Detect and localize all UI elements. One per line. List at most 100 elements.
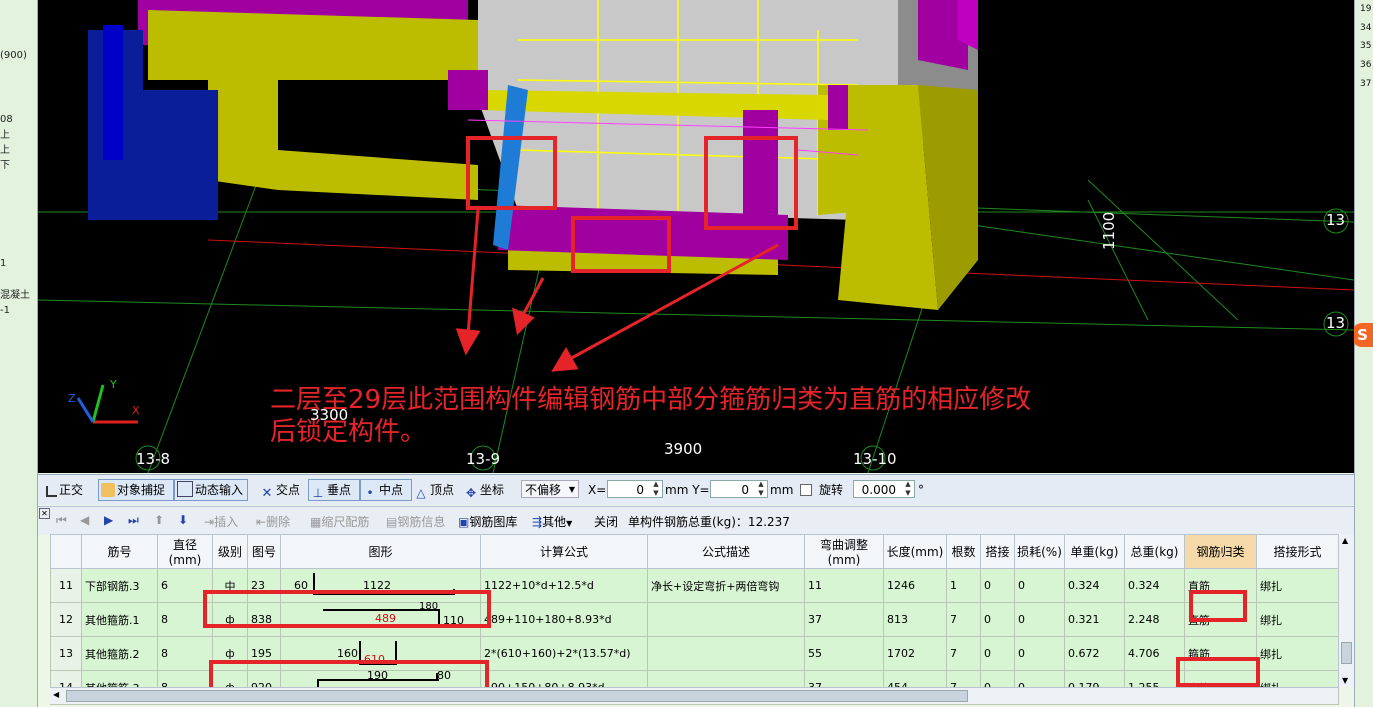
column-header[interactable]: 图形 xyxy=(280,534,481,569)
rebar-library-button[interactable]: ▣钢筋图库 xyxy=(458,513,517,530)
cell-total-weight[interactable]: 2.248 xyxy=(1124,602,1185,637)
cell-length[interactable]: 1246 xyxy=(883,568,947,603)
cell-lap[interactable]: 0 xyxy=(980,568,1015,603)
column-header[interactable]: 图号 xyxy=(247,534,281,569)
column-header[interactable]: 搭接 xyxy=(980,534,1015,569)
next-record-icon[interactable]: ▶ xyxy=(104,513,113,527)
coordinate-button[interactable]: ✥ 坐标 xyxy=(464,481,504,500)
cell-unit-weight[interactable]: 0.672 xyxy=(1064,636,1125,671)
midpoint-button[interactable]: • 中点 xyxy=(363,481,403,500)
delete-icon: ⇤ xyxy=(256,515,267,529)
offset-select[interactable]: 不偏移 ▼ xyxy=(521,480,579,498)
grid-label-13-9: 13-9 xyxy=(466,450,501,468)
column-header[interactable]: 弯曲调整(mm) xyxy=(804,534,884,569)
x-label: X= xyxy=(588,483,607,497)
column-header[interactable]: 根数 xyxy=(946,534,981,569)
cell-description[interactable] xyxy=(647,602,805,637)
cell-length[interactable]: 1702 xyxy=(883,636,947,671)
cell-total-weight[interactable]: 0.324 xyxy=(1124,568,1185,603)
rebar-toolbar: ✕ ⏮ ◀ ▶ ⏭ ⬆ ⬇ ⇥插入 ⇤删除 ▦缩尺配筋 ▤钢筋信息 ▣钢筋图库 … xyxy=(38,506,1354,535)
cell-loss[interactable]: 0 xyxy=(1014,636,1065,671)
scroll-left-icon[interactable]: ◀ xyxy=(53,690,59,699)
delete-button[interactable]: ⇤删除 xyxy=(256,513,290,530)
axis-indicator xyxy=(76,384,138,424)
close-panel-icon[interactable]: ✕ xyxy=(39,508,50,519)
rebar-info-button[interactable]: ▤钢筋信息 xyxy=(386,513,445,530)
column-header[interactable]: 直径(mm) xyxy=(157,534,213,569)
cell-bend[interactable]: 11 xyxy=(804,568,884,603)
column-header[interactable]: 总重(kg) xyxy=(1124,534,1185,569)
move-up-icon[interactable]: ⬆ xyxy=(154,513,164,527)
cell-description[interactable] xyxy=(647,636,805,671)
scale-rebar-button[interactable]: ▦缩尺配筋 xyxy=(310,513,369,530)
cell-bend[interactable]: 37 xyxy=(804,602,884,637)
column-header[interactable]: 单重(kg) xyxy=(1064,534,1125,569)
delete-label: 删除 xyxy=(266,515,291,529)
cell-lap[interactable]: 0 xyxy=(980,636,1015,671)
cell-formula[interactable]: 1122+10*d+12.5*d xyxy=(480,568,648,603)
3d-viewport[interactable]: X Y Z 二层至29层此范围构件编辑钢筋中部分箍筋归类为直筋的相应修改 后锁定… xyxy=(38,0,1354,473)
y-spinner-icon[interactable]: ▲ ▼ xyxy=(755,480,767,498)
x-spinner-icon[interactable]: ▲ ▼ xyxy=(650,480,662,498)
column-header[interactable]: 钢筋归类 xyxy=(1184,534,1257,569)
cell-unit-weight[interactable]: 0.324 xyxy=(1064,568,1125,603)
column-header[interactable]: 计算公式 xyxy=(480,534,648,569)
cell-lap-type[interactable]: 绑扎 xyxy=(1256,602,1339,637)
cell-bend[interactable]: 55 xyxy=(804,636,884,671)
cell-loss[interactable]: 0 xyxy=(1014,568,1065,603)
column-header[interactable]: 搭接形式 xyxy=(1256,534,1339,569)
cell-unit-weight[interactable]: 0.321 xyxy=(1064,602,1125,637)
cell-name[interactable]: 下部钢筋.3 xyxy=(81,568,158,603)
first-record-icon[interactable]: ⏮ xyxy=(56,513,67,528)
axis-y-label: Y xyxy=(110,378,117,391)
cell-name[interactable]: 其他箍筋.1 xyxy=(81,602,158,637)
cell-count[interactable]: 1 xyxy=(946,568,981,603)
cell-lap-type[interactable]: 绑扎 xyxy=(1256,636,1339,671)
cell-count[interactable]: 7 xyxy=(946,636,981,671)
vertex-button[interactable]: △ 顶点 xyxy=(414,481,454,500)
dynamic-input-button[interactable]: 动态输入 xyxy=(177,481,243,499)
column-header[interactable]: 筋号 xyxy=(81,534,158,569)
intersection-icon: ✕ xyxy=(261,486,273,501)
column-header[interactable]: 公式描述 xyxy=(647,534,805,569)
scroll-down-icon[interactable]: ▼ xyxy=(1342,676,1348,685)
close-button[interactable]: 关闭 xyxy=(594,513,618,530)
cell-description[interactable]: 净长+设定弯折+两倍弯钩 xyxy=(647,568,805,603)
scrollbar-thumb[interactable] xyxy=(66,690,968,702)
cell-formula[interactable]: 489+110+180+8.93*d xyxy=(480,602,648,637)
cell-formula[interactable]: 2*(610+160)+2*(13.57*d) xyxy=(480,636,648,671)
left-panel-line: 混凝土 xyxy=(0,290,30,301)
scrollbar-thumb[interactable] xyxy=(1341,642,1352,664)
last-record-icon[interactable]: ⏭ xyxy=(128,513,139,528)
scroll-up-icon[interactable]: ▲ xyxy=(1342,536,1348,545)
column-header[interactable]: 损耗(%) xyxy=(1014,534,1065,569)
orthogonal-button[interactable]: 正交 xyxy=(46,481,83,499)
sogou-ime-icon[interactable]: S xyxy=(1352,323,1373,347)
prev-record-icon[interactable]: ◀ xyxy=(80,513,89,527)
cell-length[interactable]: 813 xyxy=(883,602,947,637)
object-snap-label: 对象捕捉 xyxy=(117,483,166,497)
object-snap-button[interactable]: 对象捕捉 xyxy=(101,481,165,499)
insert-button[interactable]: ⇥插入 xyxy=(204,513,238,530)
column-header[interactable]: 长度(mm) xyxy=(883,534,947,569)
rotate-checkbox[interactable] xyxy=(800,484,812,496)
cell-diameter[interactable]: 8 xyxy=(157,636,213,671)
vertical-scrollbar[interactable]: ▲ ▼ xyxy=(1338,534,1353,687)
highlight-box xyxy=(203,590,491,628)
shape-value: 160 xyxy=(337,647,358,660)
cell-lap-type[interactable]: 绑扎 xyxy=(1256,568,1339,603)
column-header[interactable]: 级别 xyxy=(212,534,248,569)
cell-name[interactable]: 其他箍筋.2 xyxy=(81,636,158,671)
intersection-button[interactable]: ✕ 交点 xyxy=(260,481,300,501)
horizontal-scrollbar[interactable]: ◀ xyxy=(50,687,1338,704)
cell-lap[interactable]: 0 xyxy=(980,602,1015,637)
cell-count[interactable]: 7 xyxy=(946,602,981,637)
other-menu-button[interactable]: ⇶其他▼ xyxy=(532,513,572,530)
rotate-spinner-icon[interactable]: ▲ ▼ xyxy=(902,480,914,498)
right-panel-number: 36 xyxy=(1360,60,1372,70)
cell-loss[interactable]: 0 xyxy=(1014,602,1065,637)
perpendicular-button[interactable]: ⊥ 垂点 xyxy=(311,481,351,500)
move-down-icon[interactable]: ⬇ xyxy=(178,513,188,527)
annotation-line-1: 二层至29层此范围构件编辑钢筋中部分箍筋归类为直筋的相应修改 xyxy=(270,385,1032,415)
highlight-box xyxy=(1189,590,1247,622)
